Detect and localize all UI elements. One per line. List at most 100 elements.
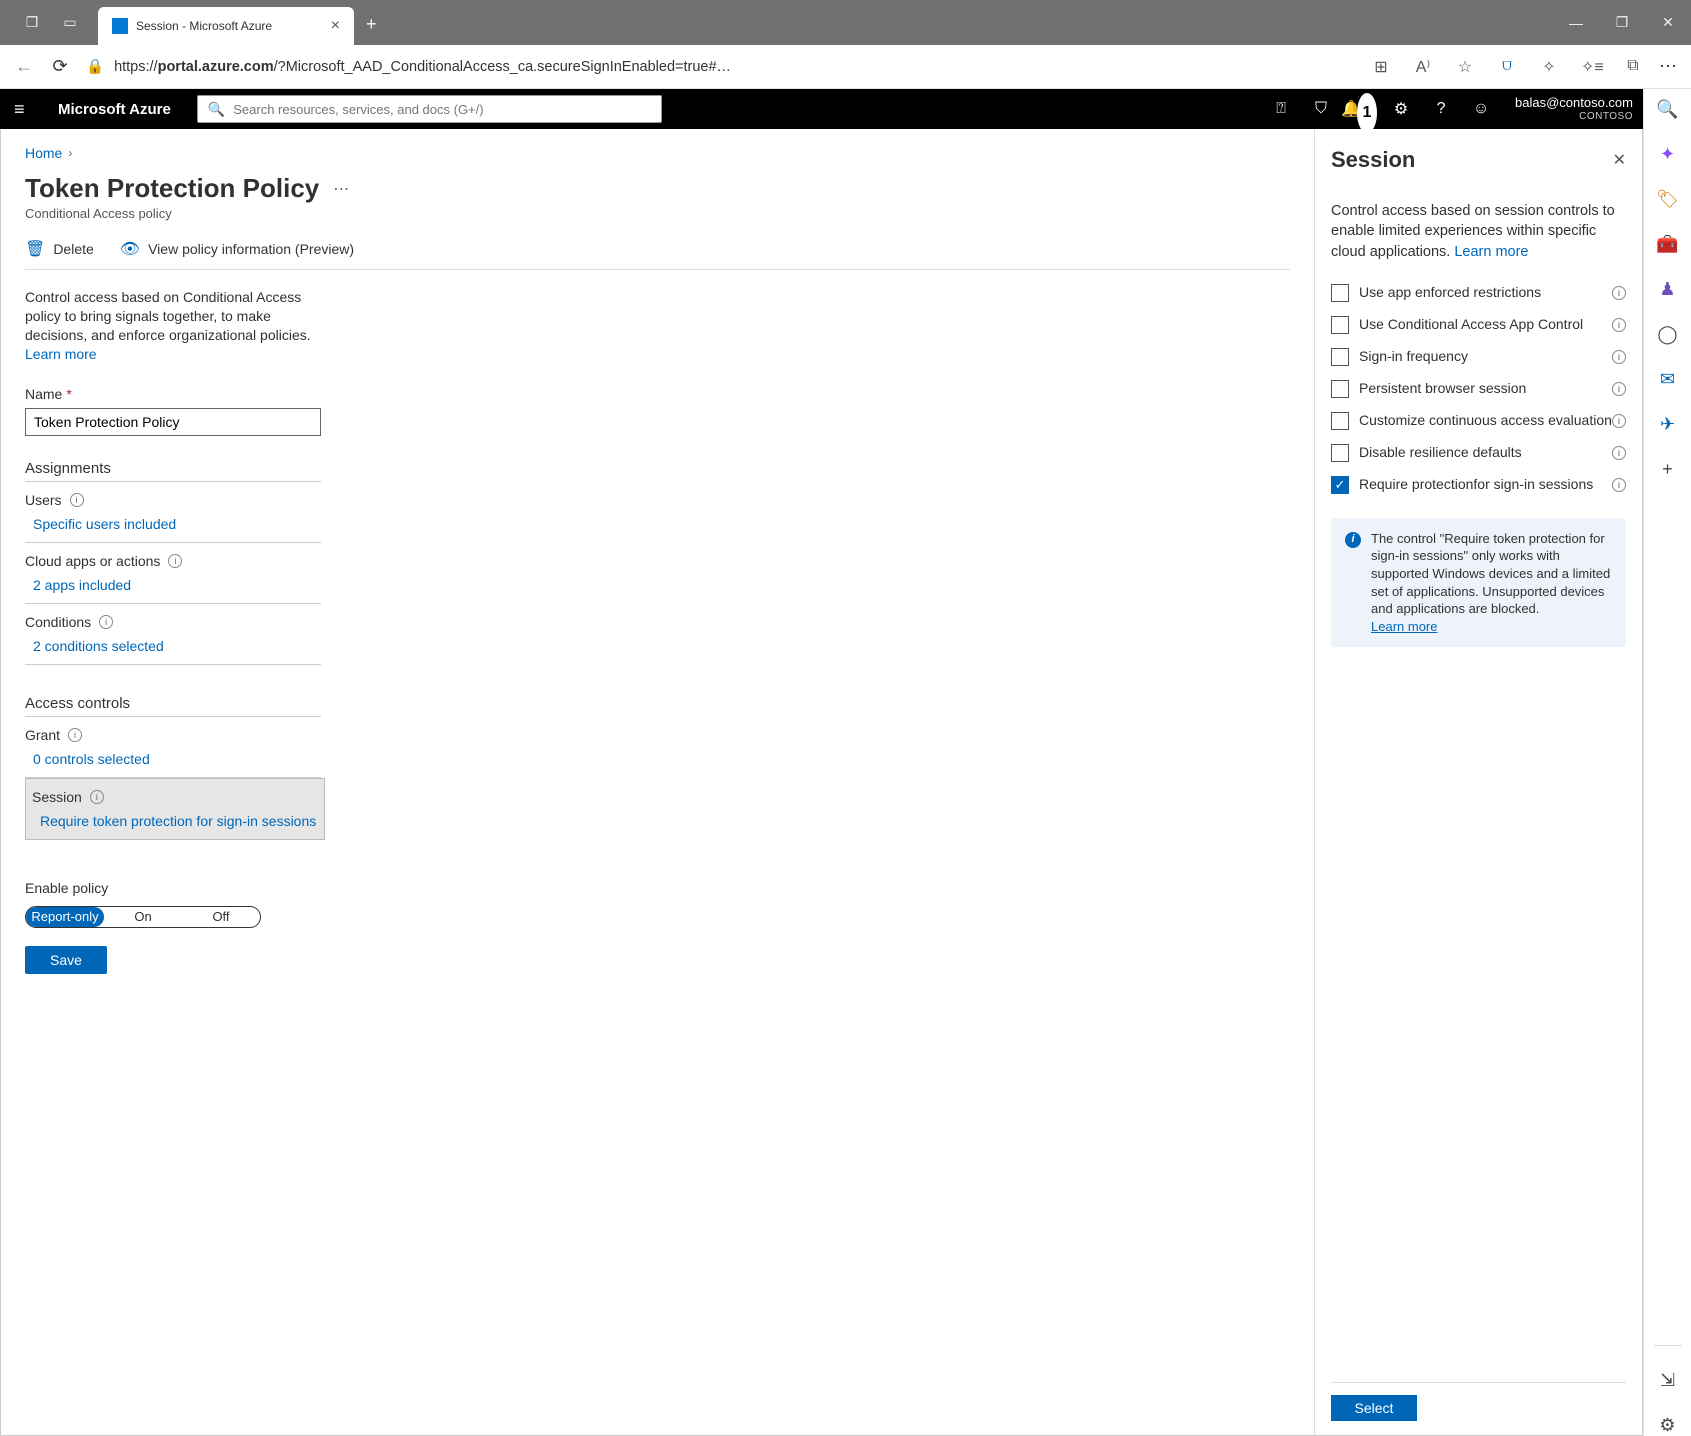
account-menu[interactable]: balas@contoso.com CONTOSO <box>1507 95 1641 123</box>
info-icon[interactable]: i <box>99 615 113 629</box>
blade-learn-more-link[interactable]: Learn more <box>1454 244 1528 260</box>
users-link[interactable]: Specific users included <box>25 516 321 532</box>
learn-more-link[interactable]: Learn more <box>25 346 97 362</box>
check-app-enforced[interactable]: Use app enforced restrictionsi <box>1331 284 1626 302</box>
refresh-button[interactable]: ⟳ <box>50 56 70 77</box>
info-icon[interactable]: i <box>90 790 104 804</box>
info-icon[interactable]: i <box>1612 446 1626 460</box>
info-icon[interactable]: i <box>1612 318 1626 332</box>
azure-header: ≡ Microsoft Azure 🔍 ⍰ ⛉ 🔔1 ⚙ ? ☺ balas@c… <box>0 89 1691 129</box>
info-icon[interactable]: i <box>1612 286 1626 300</box>
read-aloud-icon[interactable]: A⁾ <box>1413 57 1433 77</box>
info-icon: i <box>1345 532 1361 548</box>
edge-games-icon[interactable]: ♟ <box>1659 279 1675 300</box>
tab-actions-icon[interactable]: ▭ <box>60 13 80 33</box>
edge-shopping-icon[interactable]: 🏷 <box>1656 189 1679 210</box>
page-actions-button[interactable]: ⋯ <box>333 179 349 199</box>
cloud-shell-icon[interactable]: ⍰ <box>1261 89 1301 129</box>
workspace: Home › Token Protection Policy ⋯ Conditi… <box>0 129 1643 1436</box>
favorite-icon[interactable]: ☆ <box>1455 57 1475 77</box>
azure-search[interactable]: 🔍 <box>197 95 662 123</box>
browser-tab[interactable]: Session - Microsoft Azure × <box>98 7 354 45</box>
back-button[interactable]: ← <box>14 56 34 77</box>
check-resilience[interactable]: Disable resilience defaultsi <box>1331 444 1626 462</box>
url-box[interactable]: 🔒 https://portal.azure.com/?Microsoft_AA… <box>86 58 1355 75</box>
cloud-apps-row[interactable]: Cloud apps or actionsi 2 apps included <box>25 543 321 604</box>
breadcrumb: Home › <box>25 145 1290 161</box>
info-icon[interactable]: i <box>168 554 182 568</box>
page-subtitle: Conditional Access policy <box>25 206 1290 221</box>
page-title: Token Protection Policy <box>25 173 319 204</box>
close-window-button[interactable]: ✕ <box>1645 0 1691 45</box>
menu-button[interactable]: ≡ <box>14 99 40 120</box>
blade-description: Control access based on session controls… <box>1331 201 1626 262</box>
collections-icon[interactable]: ⧉ <box>1623 57 1643 77</box>
session-row[interactable]: Sessioni Require token protection for si… <box>25 778 325 840</box>
policy-pane: Home › Token Protection Policy ⋯ Conditi… <box>1 129 1314 1435</box>
policy-description: Control access based on Conditional Acce… <box>25 288 315 364</box>
search-input[interactable] <box>233 102 651 117</box>
notifications-icon[interactable]: 🔔1 <box>1341 89 1381 129</box>
help-icon[interactable]: ? <box>1421 89 1461 129</box>
toolbar: 🗑 Delete 👁 View policy information (Prev… <box>25 239 1290 270</box>
close-blade-button[interactable]: ✕ <box>1613 150 1626 170</box>
info-icon[interactable]: i <box>70 493 84 507</box>
session-link[interactable]: Require token protection for sign-in ses… <box>32 813 324 829</box>
delete-button[interactable]: 🗑 Delete <box>25 239 94 259</box>
cloud-apps-link[interactable]: 2 apps included <box>25 577 321 593</box>
app-available-icon[interactable]: ⊞ <box>1371 57 1391 77</box>
select-button[interactable]: Select <box>1331 1395 1417 1421</box>
edge-search-icon[interactable]: 🔍 <box>1656 99 1678 120</box>
browser-menu-button[interactable]: ⋯ <box>1659 56 1677 77</box>
directories-icon[interactable]: ⛉ <box>1301 89 1341 129</box>
extensions-icon[interactable]: ✧ <box>1539 57 1559 77</box>
favorites-bar-icon[interactable]: ✧≡ <box>1581 57 1601 77</box>
name-label: Name* <box>25 386 72 402</box>
save-button[interactable]: Save <box>25 946 107 974</box>
edge-ai-icon[interactable]: ✦ <box>1660 144 1675 165</box>
settings-icon[interactable]: ⚙ <box>1381 89 1421 129</box>
info-icon[interactable]: i <box>1612 478 1626 492</box>
check-persistent-browser[interactable]: Persistent browser sessioni <box>1331 380 1626 398</box>
users-row[interactable]: Usersi Specific users included <box>25 482 321 543</box>
assignments-heading: Assignments <box>25 460 321 482</box>
check-signin-frequency[interactable]: Sign-in frequencyi <box>1331 348 1626 366</box>
extension-icon-1[interactable]: ⩌ <box>1497 57 1517 77</box>
conditions-row[interactable]: Conditionsi 2 conditions selected <box>25 604 321 665</box>
view-policy-button[interactable]: 👁 View policy information (Preview) <box>120 239 354 259</box>
minimize-button[interactable]: — <box>1553 0 1599 45</box>
blade-title: Session <box>1331 147 1415 173</box>
maximize-button[interactable]: ❐ <box>1599 0 1645 45</box>
info-icon[interactable]: i <box>68 728 82 742</box>
edge-tools-icon[interactable]: 🧰 <box>1656 234 1678 255</box>
close-tab-icon[interactable]: × <box>331 17 340 35</box>
toggle-off[interactable]: Off <box>182 907 260 927</box>
policy-name-input[interactable] <box>25 408 321 436</box>
azure-logo[interactable]: Microsoft Azure <box>58 101 171 118</box>
toggle-report-only[interactable]: Report-only <box>26 907 104 927</box>
grant-link[interactable]: 0 controls selected <box>25 751 321 767</box>
browser-address-bar: ← ⟳ 🔒 https://portal.azure.com/?Microsof… <box>0 45 1691 89</box>
edge-settings-icon[interactable]: ⚙ <box>1659 1415 1675 1436</box>
info-icon[interactable]: i <box>1612 350 1626 364</box>
breadcrumb-home[interactable]: Home <box>25 145 62 161</box>
toggle-on[interactable]: On <box>104 907 182 927</box>
info-icon[interactable]: i <box>1612 414 1626 428</box>
check-require-protection[interactable]: ✓Require protectionfor sign-in sessionsi <box>1331 476 1626 494</box>
info-learn-more-link[interactable]: Learn more <box>1371 619 1437 634</box>
info-icon[interactable]: i <box>1612 382 1626 396</box>
check-cae[interactable]: Customize continuous access evaluationi <box>1331 412 1626 430</box>
info-banner: i The control "Require token protection … <box>1331 518 1626 647</box>
edge-outlook-icon[interactable]: ✉ <box>1660 369 1675 390</box>
feedback-icon[interactable]: ☺ <box>1461 89 1501 129</box>
enable-policy-toggle[interactable]: Report-only On Off <box>25 906 261 928</box>
edge-drop-icon[interactable]: ✈ <box>1660 414 1675 435</box>
check-app-control[interactable]: Use Conditional Access App Controli <box>1331 316 1626 334</box>
new-tab-button[interactable]: + <box>366 14 377 35</box>
conditions-link[interactable]: 2 conditions selected <box>25 638 321 654</box>
edge-m365-icon[interactable]: ◯ <box>1657 324 1677 345</box>
edge-add-icon[interactable]: + <box>1662 459 1673 480</box>
edge-hide-sidebar-icon[interactable]: ⇲ <box>1660 1370 1675 1391</box>
grant-row[interactable]: Granti 0 controls selected <box>25 717 321 778</box>
workspaces-icon[interactable]: ❐ <box>22 13 42 33</box>
